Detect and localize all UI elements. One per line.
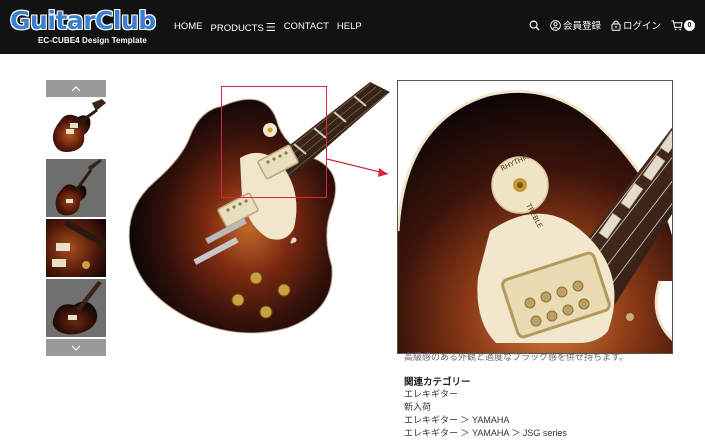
guitar-thumb-image xyxy=(46,99,106,157)
search-button[interactable] xyxy=(529,20,540,31)
thumbnail-gallery xyxy=(46,80,106,356)
product-thumbnail[interactable] xyxy=(46,159,106,217)
logo-sub-text: EC-CUBE4 Design Template xyxy=(38,36,147,45)
chevron-up-icon xyxy=(71,85,81,91)
guitar-thumb-image xyxy=(46,279,106,337)
site-logo[interactable]: GuitarClub EC-CUBE4 Design Template xyxy=(8,6,160,46)
guitar-thumb-image xyxy=(46,159,106,217)
cart-button[interactable]: 0 xyxy=(671,19,695,31)
product-thumbnail[interactable] xyxy=(46,219,106,277)
product-thumbnail[interactable] xyxy=(46,99,106,157)
menu-icon: ☰ xyxy=(265,22,276,34)
login-label: ログイン xyxy=(622,21,661,32)
related-category-link[interactable]: エレキギター ＞ YAMAHA ＞ JSG series xyxy=(404,427,567,440)
product-thumbnail[interactable] xyxy=(46,279,106,337)
zoom-preview: RHYTHM TREBLE xyxy=(397,80,673,354)
cart-icon xyxy=(671,19,683,30)
login-link[interactable]: ログイン xyxy=(611,18,661,32)
thumb-next-button[interactable] xyxy=(46,339,106,356)
guitar-thumb-image xyxy=(46,219,106,277)
nav-help[interactable]: HELP xyxy=(337,21,362,34)
zoom-lens xyxy=(221,86,327,198)
thumb-prev-button[interactable] xyxy=(46,80,106,97)
site-header: GuitarClub EC-CUBE4 Design Template HOME… xyxy=(0,0,705,54)
chevron-down-icon xyxy=(71,345,81,351)
header-actions: 会員登録 ログイン 0 xyxy=(529,18,695,32)
related-category-link[interactable]: エレキギター xyxy=(404,388,567,401)
member-register-label: 会員登録 xyxy=(562,21,601,32)
guitar-zoom-image: RHYTHM TREBLE xyxy=(398,81,672,353)
member-register-link[interactable]: 会員登録 xyxy=(550,18,601,32)
nav-products-label: PRODUCTS xyxy=(210,23,264,34)
related-categories-title: 関連カテゴリー xyxy=(404,377,471,388)
nav-home[interactable]: HOME xyxy=(174,21,203,34)
related-categories-list: エレキギター 新入荷 エレキギター ＞ YAMAHA エレキギター ＞ YAMA… xyxy=(404,388,567,440)
cart-count-badge: 0 xyxy=(684,19,695,31)
related-category-link[interactable]: エレキギター ＞ YAMAHA xyxy=(404,414,567,427)
lock-icon xyxy=(611,20,621,31)
main-nav: HOME PRODUCTS ☰ CONTACT HELP xyxy=(174,21,362,34)
logo-main-text: GuitarClub xyxy=(10,6,156,35)
product-description-partial: 高級感のある外観と適度なプラック感を併せ持ちます。 xyxy=(404,352,629,362)
user-icon xyxy=(550,19,561,31)
search-icon xyxy=(529,20,540,31)
nav-contact[interactable]: CONTACT xyxy=(284,21,329,34)
nav-products[interactable]: PRODUCTS ☰ xyxy=(211,21,276,34)
related-category-link[interactable]: 新入荷 xyxy=(404,401,567,414)
